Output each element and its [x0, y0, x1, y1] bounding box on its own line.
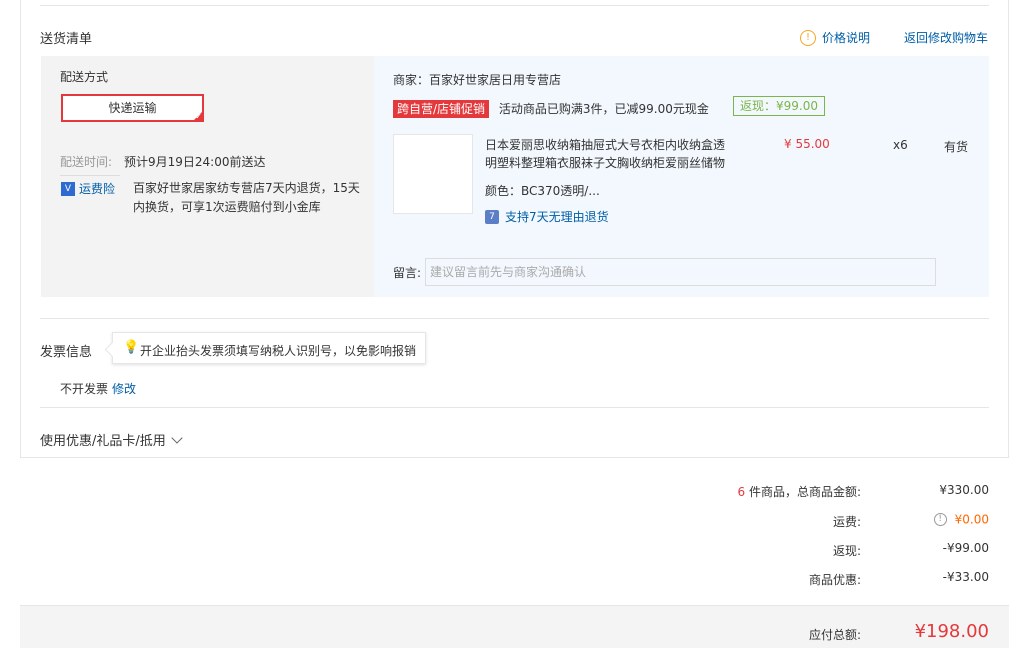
shipping-method-text: 快递运输: [108, 101, 157, 115]
time-divider: [60, 175, 120, 176]
product-title-line2[interactable]: 明塑料整理箱衣服袜子文胸收纳柜爱丽丝储物: [485, 154, 725, 171]
delivery-list-title: 送货清单: [40, 32, 93, 47]
shield-icon: V: [61, 181, 75, 196]
freight-insurance[interactable]: V 运费险: [61, 180, 115, 197]
price-info-link[interactable]: ! 价格说明: [800, 29, 870, 46]
chevron-down-icon: [171, 432, 183, 444]
rebate-badge: 返现：¥99.00: [733, 96, 825, 116]
invoice-tip: 💡 开企业抬头发票须填写纳税人识别号，以免影响报销: [104, 332, 426, 364]
promo-row: 跨自营/店铺促销 活动商品已购满3件，已减99.00元现金: [393, 100, 709, 118]
message-input[interactable]: [425, 258, 936, 286]
promo-text: 活动商品已购满3件，已减99.00元现金: [498, 102, 709, 116]
total-value: ¥198.00: [914, 621, 989, 642]
invoice-title: 发票信息: [40, 345, 93, 360]
invoice-status: 不开发票: [60, 382, 109, 396]
shipping-method-label: 配送方式: [60, 70, 109, 84]
rebate-text: 返现：¥99.00: [733, 96, 825, 116]
coupon-title: 使用优惠/礼品卡/抵用: [40, 434, 166, 449]
coupon-toggle[interactable]: 使用优惠/礼品卡/抵用: [40, 430, 183, 449]
message-label: 留言:: [393, 266, 422, 280]
invoice-tip-text: 开企业抬头发票须填写纳税人识别号，以免影响报销: [140, 344, 417, 358]
freight-label: 运费:: [832, 515, 861, 529]
back-to-cart-link[interactable]: 返回修改购物车: [904, 29, 988, 46]
insurance-desc-line1: 百家好世家居家纺专营店7天内退货，15天: [133, 181, 360, 195]
ship-time-label: 配送时间:: [60, 155, 113, 169]
rebate-value: -¥99.00: [942, 541, 989, 555]
rebate-label: 返现:: [832, 544, 861, 558]
info-circle-icon: !: [800, 29, 816, 46]
goods-total-value: ¥330.00: [939, 483, 989, 497]
product-qty: x6: [893, 138, 908, 152]
return-icon: 7: [485, 209, 499, 224]
return-policy: 7 支持7天无理由退货: [485, 208, 609, 225]
insurance-desc-line2: 内换货，可享1次运费赔付到小金库: [133, 200, 321, 214]
product-price: ¥ 55.00: [784, 137, 830, 151]
shipping-method-button[interactable]: 快递运输 ✓: [61, 94, 204, 122]
product-stock: 有货: [944, 140, 969, 154]
product-color: 颜色：BC370透明/...: [485, 184, 600, 198]
freight-value: ! ¥0.00: [839, 512, 989, 527]
check-icon: ✓: [195, 112, 202, 121]
freight-info-icon[interactable]: !: [933, 513, 947, 526]
ship-time-value: 预计9月19日24:00前送达: [124, 155, 266, 169]
total-label: 应付总额:: [808, 628, 861, 642]
coupon-divider: [40, 407, 989, 408]
invoice-divider: [40, 318, 989, 319]
goods-total-label: 6 件商品，总商品金额:: [737, 485, 861, 499]
lightbulb-icon: 💡: [123, 340, 140, 355]
product-image[interactable]: [393, 134, 473, 214]
top-divider: [40, 5, 989, 6]
promo-tag: 跨自营/店铺促销: [393, 100, 490, 118]
invoice-edit-link[interactable]: 修改: [112, 380, 136, 397]
store-name: 商家：百家好世家居日用专营店: [393, 73, 562, 87]
discount-value: -¥33.00: [942, 570, 989, 584]
goods-count: 6: [737, 485, 746, 499]
product-title-line1[interactable]: 日本爱丽思收纳箱抽屉式大号衣柜内收纳盒透: [485, 136, 725, 153]
discount-label: 商品优惠:: [808, 573, 861, 587]
